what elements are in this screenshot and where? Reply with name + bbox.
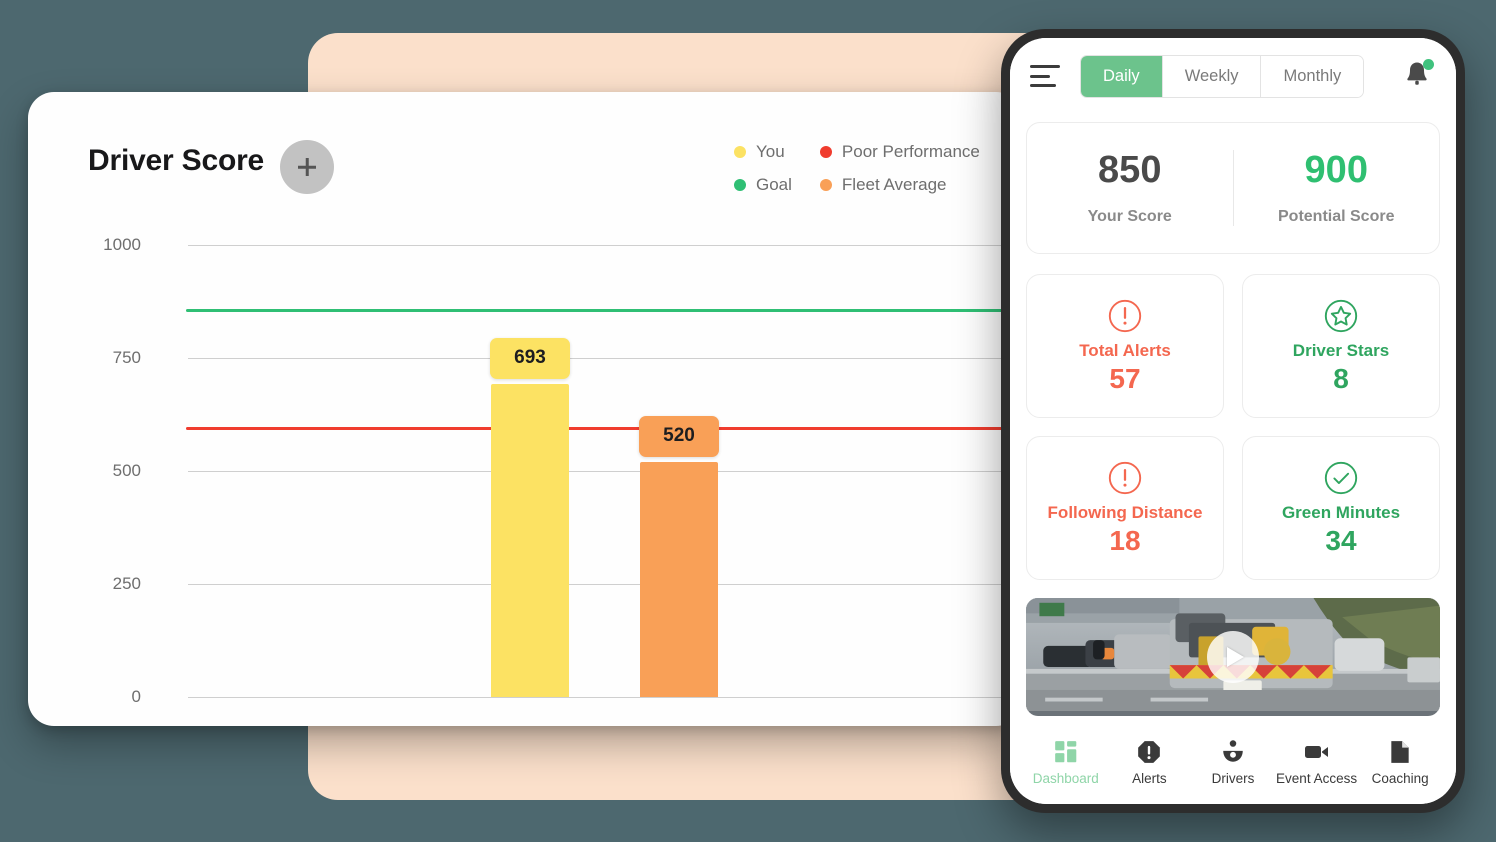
video-camera-icon [1304, 745, 1328, 758]
metric-card-green-minutes[interactable]: Green Minutes 34 [1242, 436, 1440, 580]
legend-label-you: You [756, 142, 785, 161]
nav-label-event-access: Event Access [1276, 770, 1358, 786]
metric-card-total-alerts[interactable]: Total Alerts 57 [1026, 274, 1224, 418]
metric-cards-grid: Total Alerts 57 Driver Stars 8 Following… [1026, 274, 1440, 580]
alert-octagon-icon [1138, 740, 1161, 763]
grid-line [188, 358, 1022, 359]
exclamation-circle-icon [1108, 461, 1142, 494]
exclamation-circle-icon [1108, 299, 1142, 332]
y-axis-tick: 500 [112, 461, 141, 480]
potential-score-value: 900 [1304, 149, 1368, 192]
nav-item-event-access[interactable]: Event Access [1275, 739, 1359, 786]
nav-item-dashboard[interactable]: Dashboard [1024, 739, 1108, 786]
bar-fleet-average[interactable] [640, 461, 718, 697]
your-score-block: 850 Your Score [1027, 149, 1233, 226]
y-axis-tick: 250 [112, 574, 141, 593]
tab-monthly[interactable]: Monthly [1261, 55, 1364, 97]
metric-label-total-alerts: Total Alerts [1079, 340, 1171, 360]
video-thumbnail[interactable] [1026, 598, 1440, 716]
grid-line [188, 471, 1022, 472]
metric-value-following-distance: 18 [1109, 524, 1141, 556]
driver-score-chart-card: Driver Score You Poor Performance Goal F… [28, 92, 1022, 726]
legend-item-you: You [734, 142, 792, 162]
chart-grid: 693 520 [160, 232, 1022, 726]
nav-item-alerts[interactable]: Alerts [1108, 739, 1192, 786]
potential-score-label: Potential Score [1278, 207, 1395, 225]
notifications-button[interactable] [1402, 58, 1436, 94]
metric-value-green-minutes: 34 [1325, 524, 1357, 556]
chart-header: Driver Score You Poor Performance Goal F… [28, 92, 1022, 232]
chart-plot-area: 0 250 500 750 1000 693 520 [28, 232, 1022, 726]
hamburger-icon[interactable] [1030, 65, 1060, 87]
bottom-navigation: Dashboard Alerts Drivers Event Access Co… [1010, 726, 1456, 804]
bar-value-label-you: 693 [490, 337, 570, 379]
legend-item-goal: Goal [734, 175, 792, 195]
period-tabs: Daily Weekly Monthly [1080, 54, 1365, 98]
legend-label-poor-performance: Poor Performance [841, 142, 980, 161]
grid-line [188, 245, 1022, 246]
document-icon [1391, 740, 1409, 763]
legend-dot-fleet-average [819, 179, 832, 191]
metric-value-driver-stars: 8 [1333, 362, 1349, 394]
play-icon [1227, 647, 1244, 667]
dashboard-grid-icon [1054, 740, 1077, 762]
play-button[interactable] [1207, 631, 1259, 683]
star-circle-icon [1324, 299, 1358, 332]
y-axis-tick: 750 [112, 348, 141, 367]
phone-content: 850 Your Score 900 Potential Score Total… [1010, 114, 1456, 726]
your-score-label: Your Score [1087, 207, 1172, 225]
legend-label-goal: Goal [756, 175, 792, 194]
nav-label-event-drivers: Drivers [1211, 770, 1255, 786]
score-summary-card: 850 Your Score 900 Potential Score [1026, 122, 1440, 254]
metric-card-following-distance[interactable]: Following Distance 18 [1026, 436, 1224, 580]
tab-weekly[interactable]: Weekly [1162, 55, 1262, 97]
page-title: Driver Score [88, 144, 265, 177]
metric-label-driver-stars: Driver Stars [1292, 340, 1390, 360]
legend-item-fleet-average: Fleet Average [819, 175, 980, 195]
notification-badge [1423, 59, 1434, 70]
legend-dot-goal [734, 179, 746, 191]
grid-line [188, 584, 1022, 585]
tab-daily[interactable]: Daily [1081, 55, 1163, 97]
nav-item-drivers[interactable]: Drivers [1191, 739, 1275, 786]
add-button[interactable] [280, 140, 334, 194]
grid-line [188, 697, 1022, 698]
metric-card-driver-stars[interactable]: Driver Stars 8 [1242, 274, 1440, 418]
potential-score-block: 900 Potential Score [1232, 149, 1440, 226]
y-axis-labels: 0 250 500 750 1000 [28, 232, 163, 726]
phone-screen: Daily Weekly Monthly 850 Your Score 900 … [1010, 38, 1456, 804]
metric-value-total-alerts: 57 [1109, 362, 1141, 394]
phone-header: Daily Weekly Monthly [1010, 38, 1456, 114]
steering-wheel-icon [1223, 739, 1243, 762]
bar-value-label-fleet-average: 520 [639, 415, 719, 457]
nav-label-coaching: Coaching [1371, 770, 1429, 786]
legend-label-fleet-average: Fleet Average [841, 175, 947, 194]
phone-mockup: Daily Weekly Monthly 850 Your Score 900 … [1001, 29, 1465, 813]
reference-line-goal [186, 309, 1022, 313]
reference-line-poor-performance [186, 427, 1022, 431]
nav-label-dashboard: Dashboard [1032, 770, 1099, 786]
legend-dot-you [734, 146, 746, 158]
chart-legend: You Poor Performance Goal Fleet Average [734, 142, 980, 195]
metric-label-green-minutes: Green Minutes [1281, 502, 1401, 522]
bar-you[interactable] [491, 383, 569, 697]
your-score-value: 850 [1098, 149, 1162, 192]
y-axis-tick: 1000 [103, 235, 141, 254]
y-axis-tick: 0 [131, 687, 141, 706]
legend-dot-poor-performance [819, 146, 832, 158]
check-circle-icon [1324, 461, 1358, 494]
nav-label-alerts: Alerts [1132, 770, 1167, 786]
legend-item-poor-performance: Poor Performance [819, 142, 980, 162]
nav-item-coaching[interactable]: Coaching [1358, 739, 1442, 786]
metric-label-following-distance: Following Distance [1047, 502, 1203, 522]
